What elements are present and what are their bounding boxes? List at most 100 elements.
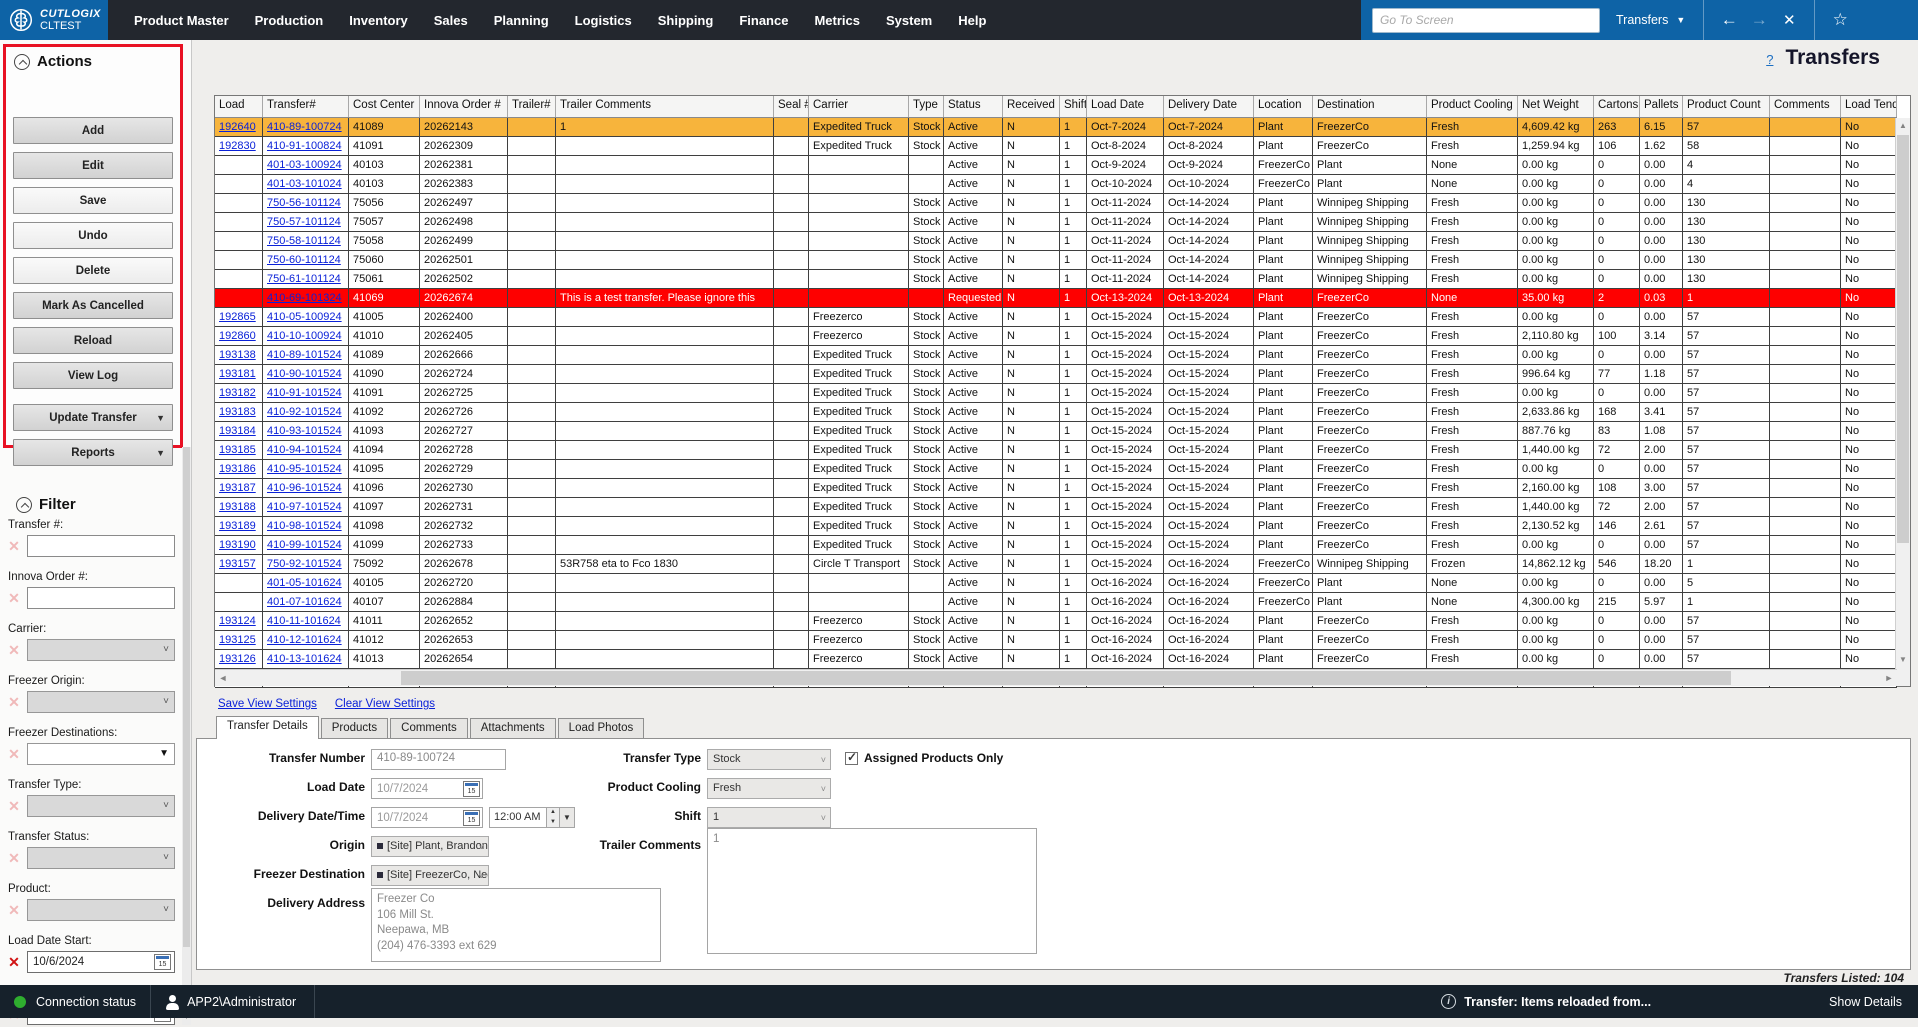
collapse-filter-icon[interactable] <box>16 497 32 513</box>
table-row[interactable]: 193186410-95-1015244109520262729Expedite… <box>215 460 1897 479</box>
clear-filter-icon[interactable]: ✕ <box>6 746 22 763</box>
load-link[interactable]: 193138 <box>219 349 256 361</box>
filter-select-transfer-type[interactable]: ˅ <box>27 795 175 817</box>
transfer-link[interactable]: 410-92-101524 <box>267 406 342 418</box>
filter-date-load-date-start[interactable]: 10/6/202415 <box>27 951 175 973</box>
load-link[interactable]: 193188 <box>219 501 256 513</box>
transfer-link[interactable]: 410-94-101524 <box>267 444 342 456</box>
detail-select-origin[interactable]: [Site] Plant, Brandon,˅ <box>371 836 489 857</box>
column-header-product-count[interactable]: Product Count <box>1683 96 1770 117</box>
scroll-right-icon[interactable]: ► <box>1881 670 1897 686</box>
load-link[interactable]: 192830 <box>219 140 256 152</box>
menu-item-help[interactable]: Help <box>958 13 986 28</box>
filter-select-carrier[interactable]: ˅ <box>27 639 175 661</box>
table-row[interactable]: 193189410-98-1015244109820262732Expedite… <box>215 517 1897 536</box>
menu-item-production[interactable]: Production <box>255 13 324 28</box>
sidebar-scrollbar[interactable]: ▼ <box>182 447 191 1025</box>
menu-item-product-master[interactable]: Product Master <box>134 13 229 28</box>
clear-filter-icon[interactable]: ✕ <box>6 798 22 815</box>
column-header-innova-order-[interactable]: Innova Order # <box>420 96 508 117</box>
transfer-link[interactable]: 750-56-101124 <box>267 197 341 209</box>
filter-select-freezer-destinations[interactable]: ▼ <box>27 743 175 765</box>
scroll-left-icon[interactable]: ◄ <box>215 670 231 686</box>
table-row[interactable]: 750-58-1011247505820262499StockActiveN1O… <box>215 232 1897 251</box>
detail-textarea-delivery-address[interactable]: Freezer Co 106 Mill St. Neepawa, MB (204… <box>371 888 661 962</box>
load-link[interactable]: 193186 <box>219 463 256 475</box>
help-link[interactable]: ? <box>1766 52 1773 67</box>
back-arrow-icon[interactable]: ← <box>1714 10 1744 30</box>
table-row[interactable]: 192830410-91-1008244109120262309Expedite… <box>215 137 1897 156</box>
table-row[interactable]: 193183410-92-1015244109220262726Expedite… <box>215 403 1897 422</box>
checkbox-icon[interactable] <box>845 752 858 765</box>
detail-field-transfer-number[interactable]: 410-89-100724 <box>371 749 506 770</box>
delete-button[interactable]: Delete <box>13 257 173 284</box>
transfer-link[interactable]: 410-99-101524 <box>267 539 342 551</box>
load-link[interactable]: 192640 <box>219 121 256 133</box>
clear-filter-icon[interactable]: ✕ <box>6 538 22 555</box>
clear-filter-icon[interactable]: ✕ <box>6 642 22 659</box>
column-header-received[interactable]: Received <box>1003 96 1060 117</box>
clear-filter-icon[interactable]: ✕ <box>6 954 22 971</box>
grid-vertical-scrollbar[interactable]: ▲ ▼ <box>1895 118 1910 686</box>
transfer-link[interactable]: 401-03-101024 <box>267 178 342 190</box>
transfer-link[interactable]: 410-91-101524 <box>267 387 342 399</box>
column-header-trailer-[interactable]: Trailer# <box>508 96 556 117</box>
table-row[interactable]: 193185410-94-1015244109420262728Expedite… <box>215 441 1897 460</box>
load-link[interactable]: 193187 <box>219 482 256 494</box>
table-row[interactable]: 193181410-90-1015244109020262724Expedite… <box>215 365 1897 384</box>
load-link[interactable]: 193185 <box>219 444 256 456</box>
assigned-products-only-checkbox[interactable]: Assigned Products Only <box>845 751 1003 765</box>
tab-attachments[interactable]: Attachments <box>470 718 556 739</box>
clear-view-settings-link[interactable]: Clear View Settings <box>335 698 435 710</box>
filter-select-transfer-status[interactable]: ˅ <box>27 847 175 869</box>
column-header-seal-[interactable]: Seal # <box>774 96 809 117</box>
menu-item-logistics[interactable]: Logistics <box>575 13 632 28</box>
transfer-link[interactable]: 410-05-100924 <box>267 311 342 323</box>
detail-textarea-trailer-comments[interactable]: 1 <box>707 828 1037 954</box>
transfer-link[interactable]: 410-90-101524 <box>267 368 342 380</box>
load-link[interactable]: 192865 <box>219 311 256 323</box>
load-link[interactable]: 193189 <box>219 520 256 532</box>
calendar-icon[interactable]: 15 <box>463 810 480 826</box>
table-row[interactable]: 193187410-96-1015244109620262730Expedite… <box>215 479 1897 498</box>
transfer-link[interactable]: 750-61-101124 <box>267 273 341 285</box>
load-link[interactable]: 193182 <box>219 387 256 399</box>
table-row[interactable]: 750-61-1011247506120262502StockActiveN1O… <box>215 270 1897 289</box>
table-row[interactable]: 192865410-05-1009244100520262400Freezerc… <box>215 308 1897 327</box>
column-header-net-weight[interactable]: Net Weight <box>1518 96 1594 117</box>
transfer-link[interactable]: 410-95-101524 <box>267 463 342 475</box>
clear-filter-icon[interactable]: ✕ <box>6 694 22 711</box>
menu-item-system[interactable]: System <box>886 13 932 28</box>
transfer-link[interactable]: 750-57-101124 <box>267 216 341 228</box>
column-header-cost-center[interactable]: Cost Center <box>349 96 420 117</box>
transfer-link[interactable]: 410-69-101324 <box>267 292 342 304</box>
transfer-link[interactable]: 750-58-101124 <box>267 235 341 247</box>
column-header-comments[interactable]: Comments <box>1770 96 1841 117</box>
column-header-location[interactable]: Location <box>1254 96 1313 117</box>
calendar-icon[interactable]: 15 <box>463 781 480 797</box>
menu-item-sales[interactable]: Sales <box>434 13 468 28</box>
save-view-settings-link[interactable]: Save View Settings <box>218 698 317 710</box>
table-row[interactable]: 401-07-1016244010720262884ActiveN1Oct-16… <box>215 593 1897 612</box>
scroll-down-icon[interactable]: ▼ <box>1896 652 1910 668</box>
table-row[interactable]: 401-03-1010244010320262383ActiveN1Oct-10… <box>215 175 1897 194</box>
menu-item-planning[interactable]: Planning <box>494 13 549 28</box>
detail-field-delivery-date-time[interactable]: 10/7/202415 <box>371 807 483 828</box>
transfer-link[interactable]: 410-96-101524 <box>267 482 342 494</box>
table-row[interactable]: 193126410-13-1016244101320262654Freezerc… <box>215 650 1897 669</box>
column-header-load-date[interactable]: Load Date <box>1087 96 1164 117</box>
screen-selector-dropdown[interactable]: Transfers ▼ <box>1616 13 1685 27</box>
filter-input-transfer[interactable] <box>27 535 175 557</box>
load-link[interactable]: 193183 <box>219 406 256 418</box>
clear-filter-icon[interactable]: ✕ <box>6 902 22 919</box>
load-link[interactable]: 193125 <box>219 634 256 646</box>
column-header-product-cooling[interactable]: Product Cooling <box>1427 96 1518 117</box>
menu-item-inventory[interactable]: Inventory <box>349 13 408 28</box>
menu-item-finance[interactable]: Finance <box>739 13 788 28</box>
load-link[interactable]: 193181 <box>219 368 256 380</box>
table-row[interactable]: 750-60-1011247506020262501StockActiveN1O… <box>215 251 1897 270</box>
filter-input-innova-order[interactable] <box>27 587 175 609</box>
detail-select-freezer-destination[interactable]: [Site] FreezerCo, Nee˅ <box>371 865 489 886</box>
table-row[interactable]: 401-05-1016244010520262720ActiveN1Oct-16… <box>215 574 1897 593</box>
view-log-button[interactable]: View Log <box>13 362 173 389</box>
